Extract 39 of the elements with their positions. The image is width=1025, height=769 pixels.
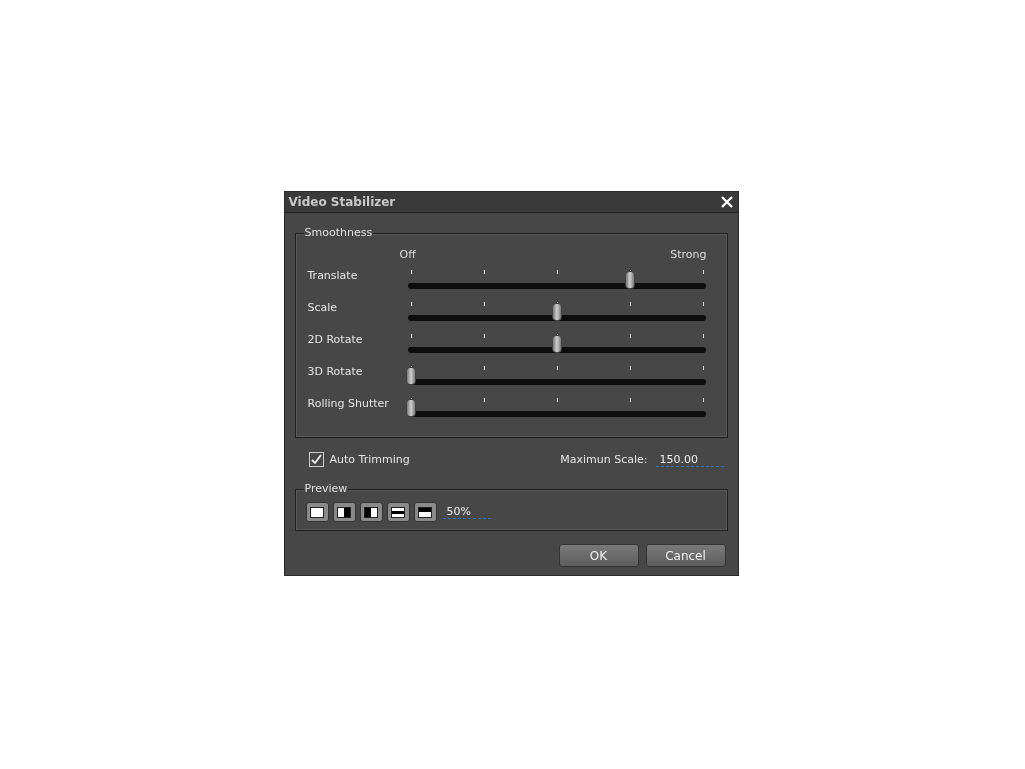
- slider-label: 3D Rotate: [307, 364, 364, 378]
- slider-thumb[interactable]: [551, 303, 562, 321]
- preview-layout-icon: [337, 506, 351, 518]
- preview-layout-icon: [310, 506, 324, 518]
- slider-thumb[interactable]: [551, 335, 562, 353]
- preview-mode-button[interactable]: [413, 502, 437, 522]
- slider-label: Scale: [307, 300, 339, 314]
- slider-thumb[interactable]: [405, 367, 416, 385]
- checkbox-label: Auto Trimming: [329, 453, 410, 466]
- max-label: Strong: [670, 248, 707, 261]
- close-icon: [719, 195, 734, 209]
- checkbox[interactable]: [308, 452, 324, 467]
- slider-track[interactable]: [407, 365, 706, 385]
- slider-label: 2D Rotate: [307, 332, 364, 346]
- input-field[interactable]: 150.00: [655, 452, 724, 467]
- slider-label: Translate: [307, 268, 359, 282]
- close-button[interactable]: [719, 195, 734, 209]
- group-legend: Smoothness: [303, 226, 374, 239]
- preview-layout-icon: [418, 506, 432, 518]
- preview-mode-button[interactable]: [386, 502, 410, 522]
- slider-track[interactable]: [407, 397, 706, 417]
- preview-layout-icon: [391, 506, 405, 518]
- dialog-button[interactable]: OK: [558, 544, 639, 567]
- slider-label: Rolling Shutter: [307, 396, 390, 410]
- slider-track[interactable]: [407, 301, 706, 321]
- dialog-button[interactable]: Cancel: [645, 544, 726, 567]
- slider-track[interactable]: [407, 269, 706, 289]
- field-label: Maximun Scale:: [560, 453, 648, 466]
- group-legend: Preview: [303, 482, 349, 495]
- slider-track[interactable]: [407, 333, 706, 353]
- preview-mode-button[interactable]: [305, 502, 329, 522]
- slider-thumb[interactable]: [405, 399, 416, 417]
- slider-thumb[interactable]: [624, 271, 635, 289]
- preview-mode-button[interactable]: [359, 502, 383, 522]
- input-field[interactable]: 50%: [442, 505, 491, 519]
- min-label: Off: [399, 248, 416, 261]
- preview-mode-button[interactable]: [332, 502, 356, 522]
- window-title: Video Stabilizer: [288, 195, 396, 209]
- preview-layout-icon: [364, 506, 378, 518]
